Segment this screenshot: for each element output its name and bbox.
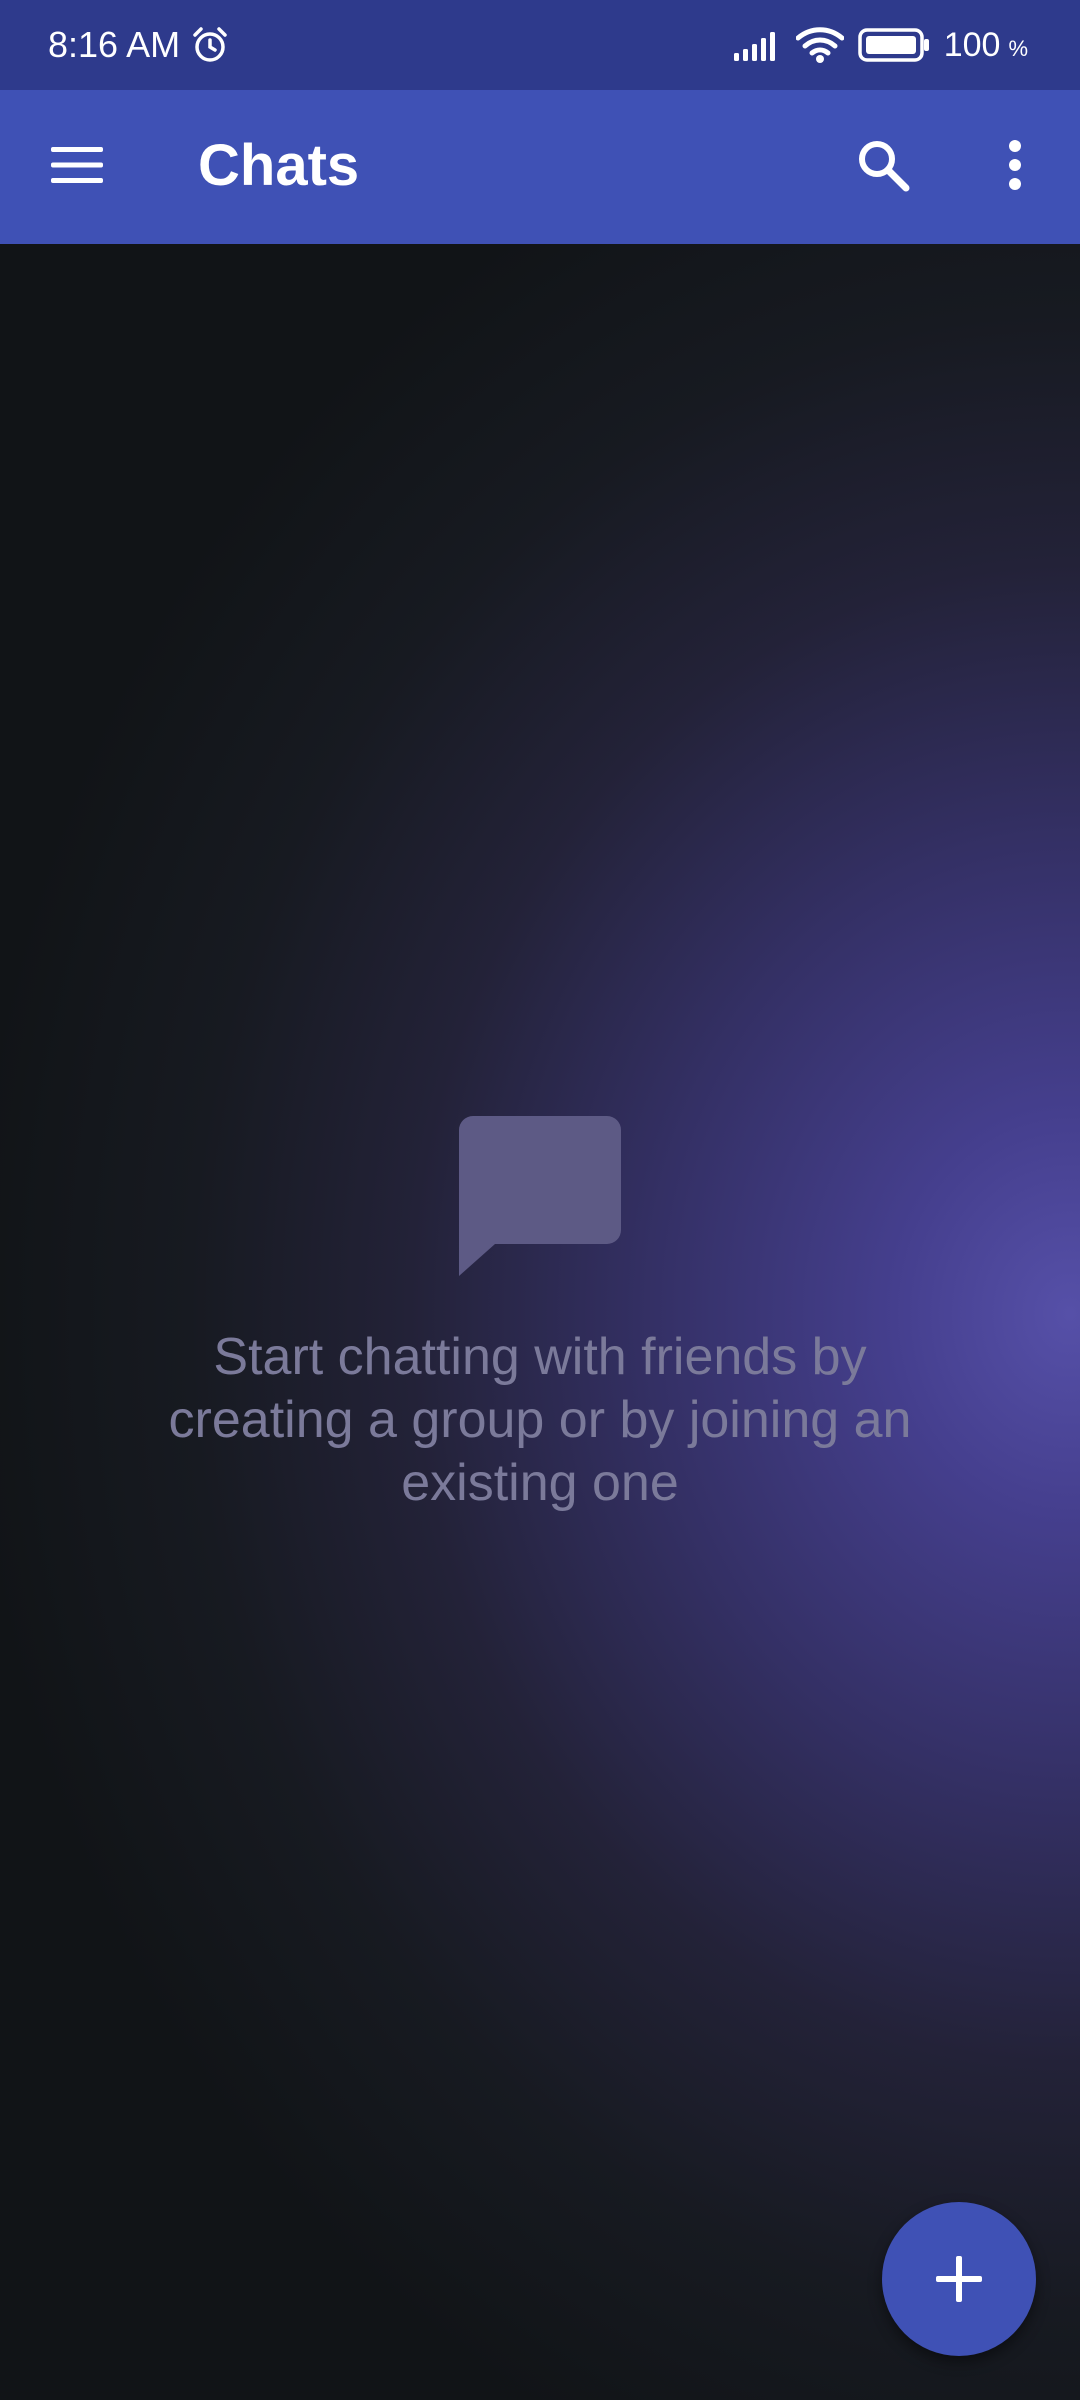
wifi-icon: [795, 26, 844, 64]
empty-state-message: Start chatting with friends by creating …: [168, 1328, 912, 1512]
more-vertical-icon: [1007, 140, 1023, 190]
status-right: 100 %: [733, 25, 1028, 65]
new-chat-fab[interactable]: [882, 2202, 1036, 2356]
empty-state: Start chatting with friends by creating …: [0, 1116, 1080, 1515]
plus-icon: [936, 2256, 982, 2302]
menu-button[interactable]: [34, 122, 120, 208]
battery-level: 100: [943, 25, 1001, 64]
cellular-signal-icon: [733, 29, 782, 61]
page-title: Chats: [198, 133, 360, 198]
more-options-button[interactable]: [970, 120, 1060, 210]
status-time: 8:16 AM: [48, 24, 181, 65]
status-left: 8:16 AM: [48, 24, 230, 66]
alarm-clock-icon: [190, 25, 230, 65]
status-bar: 8:16 AM 100 %: [0, 0, 1080, 90]
search-button[interactable]: [838, 120, 928, 210]
battery-icon: [857, 28, 930, 62]
app-bar: Chats: [0, 90, 1080, 244]
hamburger-menu-icon: [51, 145, 103, 185]
chat-list-area: Start chatting with friends by creating …: [0, 244, 1080, 2400]
search-icon: [856, 138, 910, 192]
battery-unit: %: [1008, 36, 1028, 61]
chat-bubble-icon: [459, 1116, 621, 1276]
